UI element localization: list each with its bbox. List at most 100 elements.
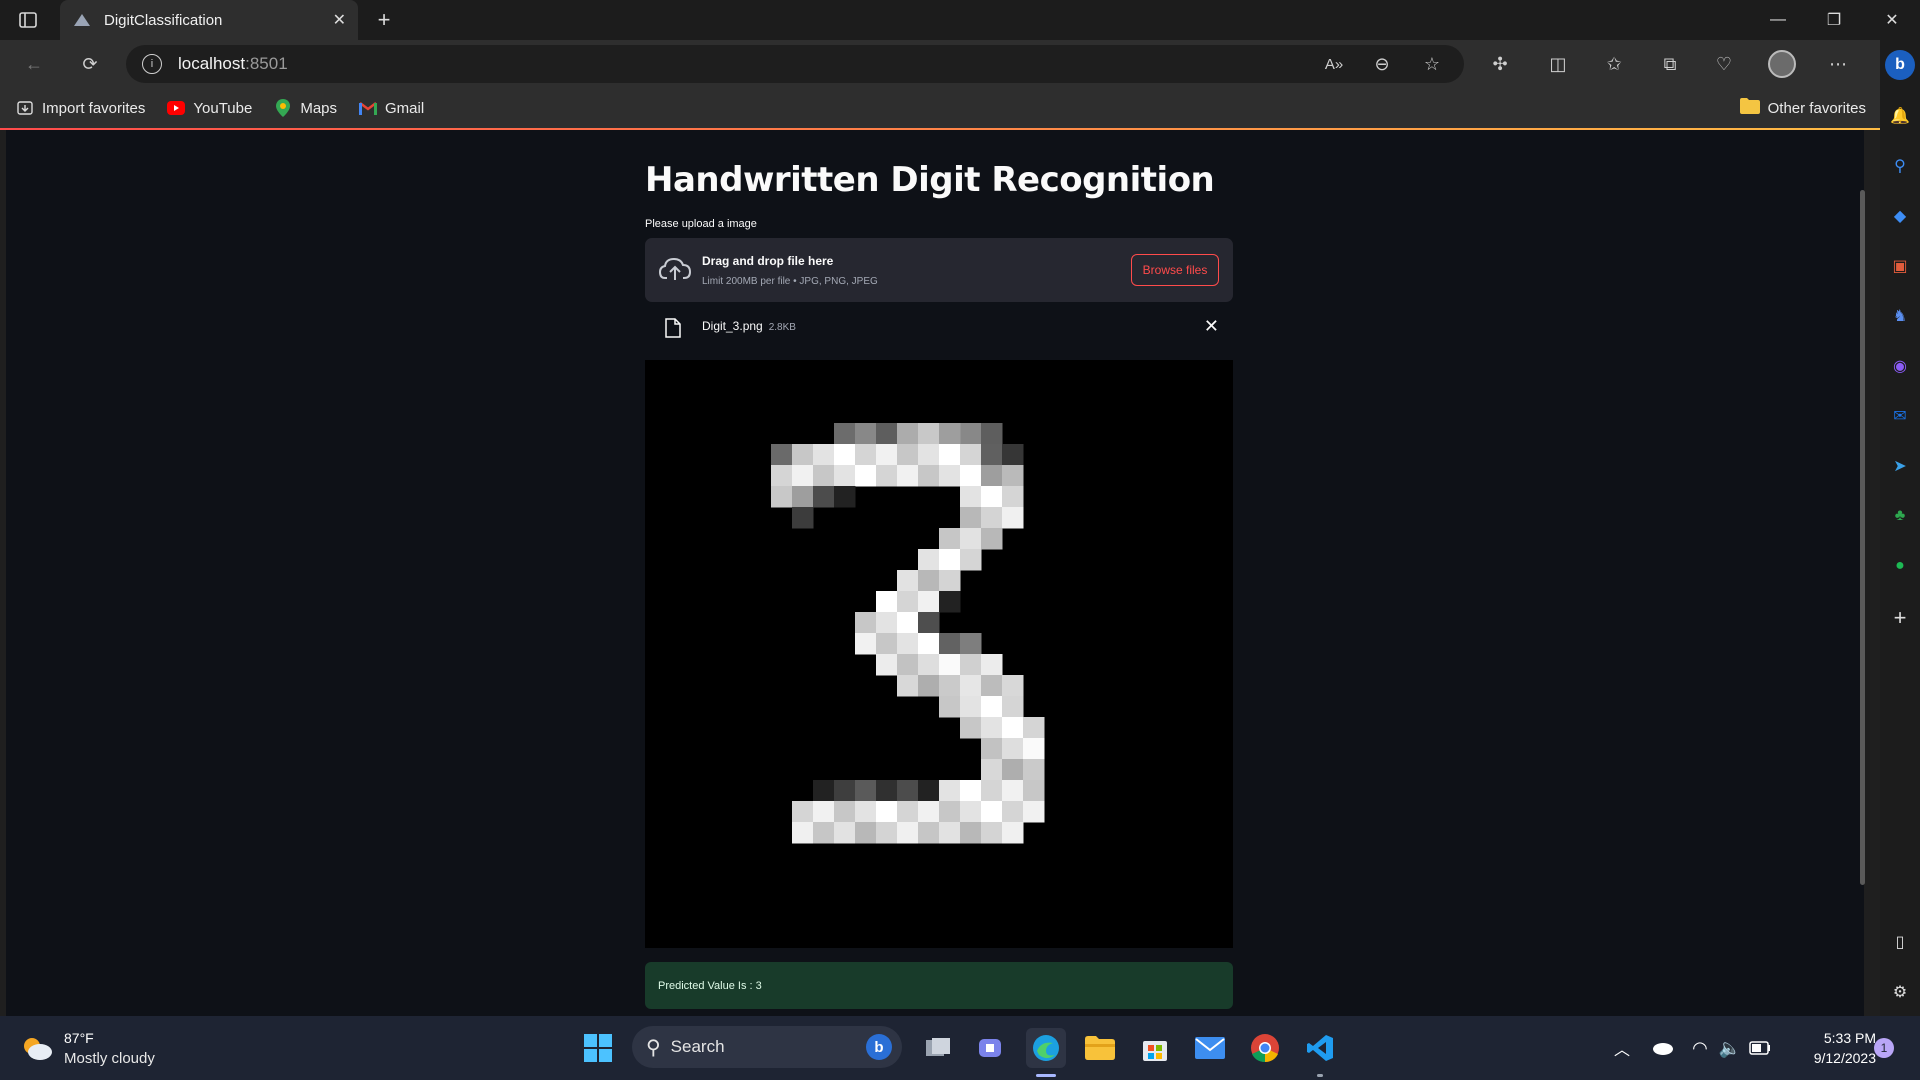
favorite-star-icon[interactable]: ☆ [1416, 48, 1448, 80]
digit-pixel [855, 633, 877, 655]
new-tab-button[interactable]: + [370, 6, 398, 34]
digit-pixel [918, 549, 940, 571]
minimize-button[interactable]: — [1750, 0, 1806, 40]
file-explorer-icon[interactable] [1080, 1028, 1120, 1068]
battery-icon[interactable] [1740, 1028, 1780, 1068]
outlook-icon[interactable]: ✉ [1888, 404, 1912, 428]
digit-pixel [1023, 717, 1045, 739]
mail-icon[interactable] [1190, 1028, 1230, 1068]
site-info-icon[interactable]: i [142, 54, 162, 74]
collections-icon[interactable]: ⧉ [1654, 48, 1686, 80]
digit-pixel [792, 507, 814, 529]
tab-digitclassification[interactable]: DigitClassification ✕ [60, 0, 358, 40]
digit-pixel [855, 444, 877, 466]
digit-pixel [939, 780, 961, 802]
dropzone-limits: Limit 200MB per file • JPG, PNG, JPEG [702, 276, 878, 287]
digit-pixel [897, 570, 919, 592]
tab-actions-icon[interactable] [18, 10, 38, 30]
digit-pixel [939, 549, 961, 571]
digit-pixel [813, 486, 835, 508]
microsoft-store-icon[interactable] [1135, 1028, 1175, 1068]
weather-temperature[interactable]: 87°F [64, 1030, 94, 1046]
digit-pixel [792, 801, 814, 823]
search-icon[interactable]: ⚲ [1888, 154, 1912, 178]
upload-label: Please upload a image [645, 218, 757, 230]
bing-icon: b [866, 1034, 892, 1060]
digit-pixel [939, 591, 961, 613]
task-view-icon[interactable] [918, 1028, 958, 1068]
windows-start-icon[interactable] [578, 1028, 618, 1068]
weather-description[interactable]: Mostly cloudy [64, 1050, 155, 1067]
digit-pixel [897, 633, 919, 655]
uploaded-file-name: Digit_3.png 2.8KB [702, 319, 796, 333]
tools-icon[interactable]: ▣ [1888, 254, 1912, 278]
remove-file-icon[interactable]: ✕ [1204, 316, 1219, 337]
taskbar-search[interactable]: ⚲ Search b [632, 1026, 902, 1068]
tab-close-icon[interactable]: ✕ [333, 10, 346, 30]
bing-copilot-icon[interactable]: b [1885, 50, 1915, 80]
digit-pixel [981, 822, 1003, 844]
file-dropzone[interactable]: Drag and drop file here Limit 200MB per … [645, 238, 1233, 302]
profile-avatar[interactable] [1766, 48, 1798, 80]
onedrive-icon[interactable] [1642, 1028, 1682, 1068]
digit-pixel [981, 486, 1003, 508]
address-bar[interactable]: i localhost:8501 [126, 45, 1464, 83]
add-sidebar-app-icon[interactable]: + [1888, 605, 1912, 630]
digit-pixel [834, 801, 856, 823]
file-size: 2.8KB [768, 322, 796, 333]
clock-date[interactable]: 9/12/2023 [1790, 1050, 1876, 1066]
hide-sidebar-icon[interactable]: ▯ [1888, 930, 1912, 954]
read-aloud-icon[interactable]: A» [1318, 48, 1350, 80]
telegram-icon[interactable]: ➤ [1888, 454, 1912, 478]
maps-pin-icon [274, 99, 292, 117]
more-options-icon[interactable]: ⋯ [1822, 48, 1854, 80]
digit-pixel [960, 507, 982, 529]
weather-cloud-icon[interactable] [20, 1034, 54, 1067]
uploaded-digit-image [645, 360, 1233, 948]
page-scrollbar[interactable] [1860, 190, 1865, 885]
digit-pixel [897, 675, 919, 697]
bookmark-label: Import favorites [42, 99, 146, 117]
teams-chat-icon[interactable] [972, 1028, 1012, 1068]
split-screen-icon[interactable]: ◫ [1542, 48, 1574, 80]
show-hidden-icons-chevron-icon[interactable]: ︿ [1602, 1028, 1642, 1068]
edge-browser-icon[interactable] [1026, 1028, 1066, 1068]
bookmark-maps[interactable]: Maps [274, 99, 337, 117]
browse-files-button[interactable]: Browse files [1131, 254, 1219, 286]
digit-pixel [834, 465, 856, 487]
restore-button[interactable]: ❐ [1806, 0, 1862, 40]
tree-app-icon[interactable]: ♣ [1888, 504, 1912, 528]
games-icon[interactable]: ♞ [1888, 304, 1912, 328]
clock-time[interactable]: 5:33 PM [1800, 1030, 1876, 1046]
chrome-icon[interactable] [1245, 1028, 1285, 1068]
digit-pixel [981, 696, 1003, 718]
digit-pixel [834, 780, 856, 802]
bookmark-import-favorites[interactable]: Import favorites [16, 99, 145, 117]
digit-pixel [939, 423, 961, 445]
microsoft365-icon[interactable]: ◉ [1888, 354, 1912, 378]
digit-pixel [1002, 465, 1024, 487]
notification-bell-icon[interactable]: 🔔 [1888, 104, 1912, 128]
digit-pixel [939, 528, 961, 550]
extensions-icon[interactable]: ✣ [1484, 48, 1516, 80]
bookmark-gmail[interactable]: Gmail [359, 99, 424, 117]
other-favorites[interactable]: Other favorites [1739, 88, 1866, 128]
browser-essentials-icon[interactable]: ♡ [1708, 48, 1740, 80]
back-icon[interactable]: ← [18, 48, 50, 80]
zoom-out-icon[interactable]: ⊖ [1366, 48, 1398, 80]
digit-pixel [834, 486, 856, 508]
favorites-icon[interactable]: ✩ [1598, 48, 1630, 80]
shopping-tag-icon[interactable]: ◆ [1888, 204, 1912, 228]
close-window-button[interactable]: ✕ [1864, 0, 1920, 40]
refresh-icon[interactable]: ⟳ [74, 48, 106, 80]
search-icon: ⚲ [646, 1036, 661, 1059]
digit-pixel [981, 780, 1003, 802]
settings-gear-icon[interactable]: ⚙ [1888, 980, 1912, 1004]
digit-pixel [918, 675, 940, 697]
vscode-icon[interactable] [1300, 1028, 1340, 1068]
digit-pixel [918, 465, 940, 487]
digit-pixel [981, 738, 1003, 760]
spotify-icon[interactable]: ● [1888, 554, 1912, 578]
notification-badge[interactable]: 1 [1874, 1038, 1894, 1058]
bookmark-youtube[interactable]: YouTube [167, 99, 252, 117]
